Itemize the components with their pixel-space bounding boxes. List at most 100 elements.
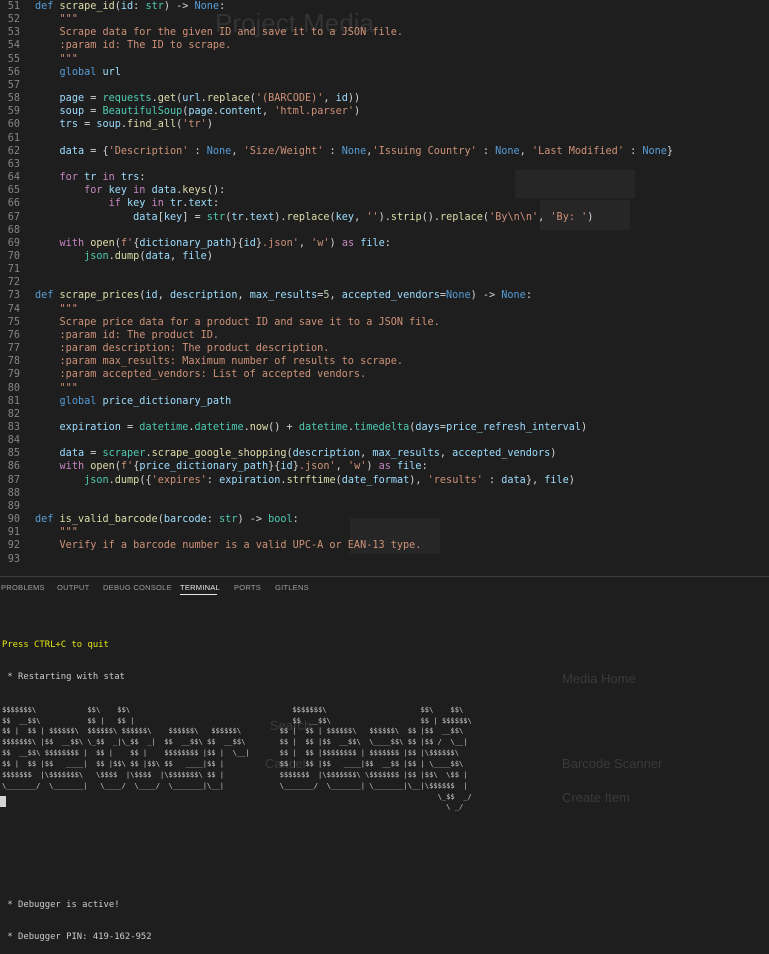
- tab-ports[interactable]: PORTS: [234, 583, 261, 592]
- code-token: Verify if a barcode number is a valid UP…: [35, 540, 422, 552]
- code-line[interactable]: 53 Scrape data for the given ID and save…: [0, 26, 769, 39]
- line-number: 74: [7, 303, 20, 315]
- code-line[interactable]: 67 data[key] = str(tr.text).replace(key,…: [0, 211, 769, 224]
- code-token: description: [169, 290, 238, 302]
- code-line[interactable]: 78 :param max_results: Maximum number of…: [0, 355, 769, 368]
- code-line[interactable]: 55 """: [0, 53, 769, 66]
- code-token: now: [249, 422, 269, 433]
- code-line[interactable]: 68: [0, 224, 769, 237]
- code-token: days: [415, 422, 440, 433]
- code-line[interactable]: 91 """: [0, 526, 769, 539]
- line-number: 85: [7, 448, 20, 460]
- code-line[interactable]: 69 with open(f'{dictionary_path}{id}.jso…: [0, 237, 769, 250]
- code-line[interactable]: 61: [0, 132, 769, 145]
- code-token: open: [90, 237, 115, 249]
- code-token: expiration: [219, 474, 281, 486]
- code-line[interactable]: 87 json.dump({'expires': expiration.strf…: [0, 474, 769, 487]
- line-number: 86: [7, 461, 20, 473]
- code-editor[interactable]: 51 def scrape_id(id: str) -> None: 52 """ 5…: [0, 0, 769, 575]
- code-token: with: [59, 461, 91, 473]
- code-token: url: [182, 93, 201, 105]
- code-token: as: [341, 237, 361, 249]
- code-token: data: [133, 211, 158, 223]
- code-text: soup = BeautifulSoup(page.content, 'html…: [20, 105, 361, 118]
- code-token: None: [206, 145, 232, 157]
- tab-problems[interactable]: PROBLEMS: [1, 583, 45, 592]
- code-text: :param max_results: Maximum number of re…: [20, 355, 403, 368]
- code-line[interactable]: 85 data = scraper.scrape_google_shopping…: [0, 447, 769, 460]
- code-line[interactable]: 51 def scrape_id(id: str) -> None:: [0, 0, 769, 13]
- code-line[interactable]: 64 for tr in trs:: [0, 171, 769, 184]
- code-token: is_valid_barcode: [59, 514, 158, 526]
- code-line[interactable]: 52 """: [0, 13, 769, 26]
- code-line[interactable]: 73 def scrape_prices(id, description, max…: [0, 289, 769, 302]
- code-text: data = {'Description' : None, 'Size/Weig…: [20, 145, 674, 158]
- code-line[interactable]: 92 Verify if a barcode number is a valid…: [0, 539, 769, 552]
- code-line[interactable]: 70 json.dump(data, file): [0, 250, 769, 263]
- code-line[interactable]: 60 trs = soup.find_all('tr'): [0, 118, 769, 131]
- code-line[interactable]: 90 def is_valid_barcode(barcode: str) -> …: [0, 513, 769, 526]
- code-token: id: [145, 290, 158, 302]
- code-token: dictionary_path: [139, 237, 232, 249]
- code-token: data: [501, 474, 526, 486]
- line-number: 72: [7, 277, 20, 289]
- code-token: ():: [206, 185, 226, 197]
- code-line[interactable]: 88: [0, 487, 769, 500]
- code-line[interactable]: 54 :param id: The ID to scrape.: [0, 39, 769, 52]
- code-line[interactable]: 81 global price_dictionary_path: [0, 395, 769, 408]
- tab-debug-console[interactable]: DEBUG CONSOLE: [103, 583, 172, 592]
- code-line[interactable]: 74 """: [0, 303, 769, 316]
- code-line[interactable]: 76 :param id: The product ID.: [0, 329, 769, 342]
- code-token: soup: [59, 106, 85, 118]
- code-line[interactable]: 62 data = {'Description' : None, 'Size/W…: [0, 145, 769, 158]
- code-token: }: [666, 145, 674, 157]
- code-line[interactable]: 83 expiration = datetime.datetime.now() …: [0, 421, 769, 434]
- code-text: with open(f'{dictionary_path}{id}.json',…: [20, 237, 391, 250]
- code-token: replace: [439, 211, 483, 223]
- code-line[interactable]: 86 with open(f'{price_dictionary_path}{i…: [0, 460, 769, 473]
- code-text: def is_valid_barcode(barcode: str) -> bo…: [20, 513, 299, 526]
- code-text: json.dump(data, file): [20, 250, 213, 263]
- code-line[interactable]: 79 :param accepted_vendors: List of acce…: [0, 368, 769, 381]
- code-line[interactable]: 56 global url: [0, 66, 769, 79]
- tab-gitlens[interactable]: GITLENS: [275, 583, 309, 592]
- code-token: 'Size/Weight': [243, 145, 324, 157]
- code-line[interactable]: 80 """: [0, 382, 769, 395]
- code-text: def scrape_prices(id, description, max_r…: [20, 289, 532, 302]
- line-number: 92: [7, 540, 20, 552]
- code-line[interactable]: 57: [0, 79, 769, 92]
- ascii-banner-line: $$ __$$\ $$ | $$ | $$ __$$\ $$ | $$$$$$\: [2, 715, 472, 725]
- code-token: key: [108, 185, 128, 197]
- code-line[interactable]: 66 if key in tr.text:: [0, 197, 769, 210]
- code-token: trs: [120, 172, 140, 184]
- tab-output[interactable]: OUTPUT: [57, 583, 89, 592]
- code-line[interactable]: 84: [0, 434, 769, 447]
- code-line[interactable]: 72: [0, 276, 769, 289]
- code-line[interactable]: 59 soup = BeautifulSoup(page.content, 'h…: [0, 105, 769, 118]
- code-token: ,: [519, 145, 532, 157]
- code-token: :param accepted_vendors: List of accepte…: [35, 369, 367, 381]
- code-line[interactable]: 63: [0, 158, 769, 171]
- code-line[interactable]: 71: [0, 263, 769, 276]
- code-token: json: [84, 250, 109, 262]
- code-token: def: [35, 290, 60, 302]
- code-line[interactable]: 65 for key in data.keys():: [0, 184, 769, 197]
- code-token: price_refresh_interval: [446, 422, 581, 433]
- code-line[interactable]: 89: [0, 500, 769, 513]
- line-number: 61: [7, 132, 20, 144]
- tab-terminal[interactable]: TERMINAL: [180, 583, 220, 592]
- terminal-output[interactable]: Press CTRL+C to quit * Restarting with s…: [2, 618, 769, 943]
- code-token: str: [145, 1, 164, 12]
- code-line[interactable]: 58 page = requests.get(url.replace('(BAR…: [0, 92, 769, 105]
- code-text: global url: [20, 66, 121, 79]
- code-token: file: [182, 250, 207, 262]
- code-line[interactable]: 82: [0, 408, 769, 421]
- code-line[interactable]: 77 :param description: The product descr…: [0, 342, 769, 355]
- code-line[interactable]: 75 Scrape price data for a product ID an…: [0, 316, 769, 329]
- code-line[interactable]: 93: [0, 553, 769, 566]
- code-text: """: [20, 13, 78, 26]
